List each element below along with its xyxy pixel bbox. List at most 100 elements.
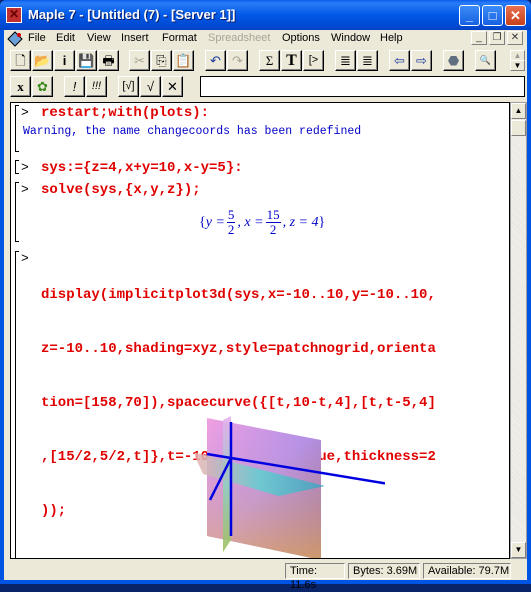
paste-button[interactable]: 📋 — [173, 50, 194, 71]
close-button[interactable]: ✕ — [505, 5, 526, 26]
worksheet[interactable]: > restart;with(plots): Warning, the name… — [10, 102, 510, 559]
solve-result: { y = 52 , x = 15 2 , z = 4 } — [199, 208, 325, 237]
toolbar-scroll-down[interactable]: ▼ — [510, 60, 525, 71]
menu-edit[interactable]: Edit — [56, 32, 75, 44]
undo-icon: ↶ — [210, 53, 221, 68]
group-bracket[interactable] — [15, 251, 19, 558]
text-T-icon: T — [286, 52, 297, 69]
main-toolbar: 🗋 📂 i 💾 🖶 ✂ ⎘ 📋 ↶ ↷ Σ T [> ≣ ≣ ⇦ ⇨ ⬣ 🔍 ▲… — [4, 48, 527, 74]
x-variable-icon: x — [17, 79, 24, 94]
open-url-icon: i — [62, 53, 67, 68]
scroll-up-button[interactable]: ▲ — [511, 103, 526, 119]
context-toolbar: x ✿ ! !!! [√] √ ✕ — [4, 74, 527, 100]
menu-help[interactable]: Help — [380, 32, 403, 44]
group-bracket[interactable] — [15, 105, 19, 152]
fraction-x: 15 2 — [265, 207, 281, 237]
command-solve[interactable]: solve(sys,{x,y,z}); — [41, 181, 201, 199]
command-restart[interactable]: restart;with(plots): — [41, 104, 209, 122]
redo-icon: ↷ — [232, 53, 243, 68]
paste-icon: 📋 — [175, 53, 192, 68]
x-denominator: 2 — [269, 222, 277, 237]
insert-prompt-button[interactable]: [> — [303, 50, 324, 71]
menu-format[interactable]: Format — [162, 32, 197, 44]
menu-spreadsheet[interactable]: Spreadsheet — [208, 32, 270, 44]
outdent-icon: ≣ — [340, 53, 351, 68]
new-file-icon: 🗋 — [15, 53, 26, 68]
scroll-thumb[interactable] — [511, 120, 526, 136]
prompt: > — [21, 160, 29, 175]
z-part: , z = 4 — [282, 214, 319, 230]
sigma-icon: Σ — [265, 53, 274, 68]
cross-icon: ✕ — [167, 79, 178, 94]
new-file-button[interactable]: 🗋 — [10, 50, 31, 71]
back-arrow-icon: ⇦ — [394, 53, 405, 68]
maple-input-button[interactable]: ✿ — [32, 76, 53, 97]
execute-icon: ! — [72, 79, 77, 94]
forward-button[interactable]: ⇨ — [411, 50, 432, 71]
stop-button[interactable]: ⬣ — [443, 50, 464, 71]
doc-close-button[interactable]: ✕ — [507, 31, 523, 45]
check-bracket-icon: [√] — [122, 80, 135, 92]
text-input-button[interactable]: T — [281, 50, 302, 71]
redo-button[interactable]: ↷ — [227, 50, 248, 71]
menu-view[interactable]: View — [87, 32, 111, 44]
x-numerator: 15 — [265, 207, 281, 223]
print-button[interactable]: 🖶 — [98, 50, 119, 71]
math-input-button[interactable]: Σ — [259, 50, 280, 71]
y-numerator: 5 — [226, 207, 236, 223]
save-button[interactable]: 💾 — [76, 50, 97, 71]
doc-restore-button[interactable]: ❐ — [489, 31, 505, 45]
prompt: > — [21, 182, 29, 197]
back-button[interactable]: ⇦ — [389, 50, 410, 71]
math-mode-button[interactable]: x — [10, 76, 31, 97]
indent-icon: ≣ — [362, 53, 373, 68]
window-title: Maple 7 - [Untitled (7) - [Server 1]] — [28, 7, 236, 22]
open-icon: 📂 — [34, 53, 51, 68]
check-icon: √ — [146, 79, 155, 94]
prompt: > — [21, 251, 29, 266]
copy-icon: ⎘ — [156, 53, 167, 68]
undo-button[interactable]: ↶ — [205, 50, 226, 71]
brace-close: } — [318, 214, 326, 230]
maple-leaf-icon: ✿ — [37, 79, 48, 94]
command-line: display(implicitplot3d(sys,x=-10..10,y=-… — [41, 287, 436, 303]
maximize-button[interactable]: □ — [482, 5, 503, 26]
cut-button[interactable]: ✂ — [129, 50, 150, 71]
document-system-icon[interactable] — [7, 31, 23, 47]
validate-button[interactable]: √ — [140, 76, 161, 97]
menu-file[interactable]: File — [28, 32, 46, 44]
status-bytes: Bytes: 3.69M — [348, 563, 420, 579]
zoom-icon: 🔍 — [479, 55, 492, 65]
forward-arrow-icon: ⇨ — [416, 53, 427, 68]
command-sys[interactable]: sys:={z=4,x+y=10,x-y=5}: — [41, 159, 243, 177]
maple-app-icon[interactable] — [6, 7, 22, 23]
outdent-button[interactable]: ≣ — [335, 50, 356, 71]
indent-button[interactable]: ≣ — [357, 50, 378, 71]
execute-button[interactable]: ! — [64, 76, 85, 97]
menu-insert[interactable]: Insert — [121, 32, 149, 44]
copy-button[interactable]: ⎘ — [151, 50, 172, 71]
3d-plot[interactable] — [195, 408, 385, 558]
scroll-down-button[interactable]: ▼ — [511, 542, 526, 558]
prompt-icon: [> — [308, 54, 319, 66]
open-button[interactable]: 📂 — [32, 50, 53, 71]
title-bar: Maple 7 - [Untitled (7) - [Server 1]] _ … — [0, 0, 531, 30]
zoom-button[interactable]: 🔍 — [475, 50, 496, 71]
execute-all-button[interactable]: !!! — [86, 76, 107, 97]
group-bracket[interactable] — [15, 160, 19, 174]
cancel-button[interactable]: ✕ — [162, 76, 183, 97]
stop-icon: ⬣ — [447, 53, 460, 68]
open-url-button[interactable]: i — [54, 50, 75, 71]
group-bracket[interactable] — [15, 182, 19, 242]
menu-options[interactable]: Options — [282, 32, 320, 44]
validate-bracket-button[interactable]: [√] — [118, 76, 139, 97]
doc-minimize-button[interactable]: _ — [471, 31, 487, 45]
vertical-scrollbar[interactable]: ▲ ▼ — [510, 102, 527, 559]
menu-bar: File Edit View Insert Format Spreadsheet… — [4, 30, 527, 48]
menu-window[interactable]: Window — [331, 32, 370, 44]
x-label: , x = — [237, 214, 264, 230]
expression-input[interactable] — [200, 76, 525, 97]
command-line: z=-10..10,shading=xyz,style=patchnogrid,… — [41, 341, 436, 357]
minimize-button[interactable]: _ — [459, 5, 480, 26]
prompt: > — [21, 105, 29, 120]
